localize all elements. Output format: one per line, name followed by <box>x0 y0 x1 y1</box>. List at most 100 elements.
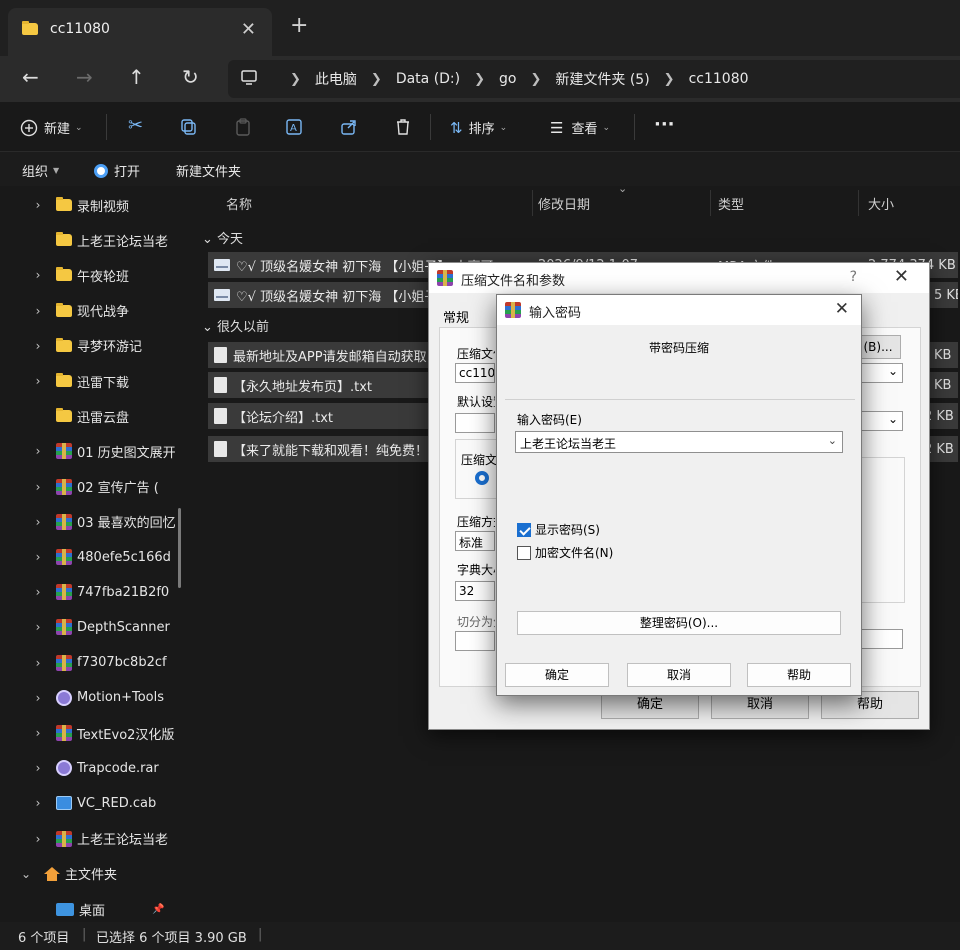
chevron-right-icon[interactable]: › <box>28 268 48 282</box>
rename-icon[interactable]: A <box>286 118 306 136</box>
dictionary-dropdown[interactable]: 32 <box>455 581 495 601</box>
chevron-right-icon[interactable]: › <box>28 444 48 458</box>
column-divider[interactable] <box>858 190 859 216</box>
organize-passwords-button[interactable]: 整理密码(O)... <box>517 611 841 635</box>
chevron-right-icon[interactable]: › <box>28 515 48 529</box>
refresh-button[interactable]: ↻ <box>182 65 199 89</box>
group-label-today: 今天 <box>217 232 244 247</box>
help-icon[interactable]: ? <box>850 269 857 285</box>
chevron-right-icon[interactable]: › <box>28 620 48 634</box>
sidebar-item[interactable]: › VC_RED.cab <box>0 788 190 818</box>
organize-menu[interactable]: 组织 ▼ <box>22 161 59 180</box>
show-password-checkbox[interactable]: 显示密码(S) <box>517 521 600 538</box>
new-button[interactable]: 新建 ⌄ <box>20 118 83 137</box>
forward-button[interactable]: → <box>76 65 93 89</box>
close-icon[interactable]: ✕ <box>894 266 909 287</box>
column-header-date[interactable]: 修改日期 <box>538 194 590 213</box>
password-input[interactable]: 上老王论坛当老王 ⌄ <box>515 431 843 453</box>
cut-icon[interactable]: ✂ <box>128 115 143 136</box>
group-header-today[interactable]: ⌄ 今天 <box>202 228 243 247</box>
format-rar-radio[interactable] <box>475 471 489 485</box>
chevron-right-icon[interactable]: › <box>28 550 48 564</box>
sidebar-item[interactable]: › 480efe5c166d <box>0 542 190 572</box>
chevron-right-icon[interactable]: › <box>28 726 48 740</box>
more-options-button[interactable]: ··· <box>654 114 675 135</box>
chevron-down-icon[interactable]: ⌄ <box>828 434 837 447</box>
breadcrumb-cc11080[interactable]: cc11080 <box>689 71 749 87</box>
column-divider[interactable] <box>532 190 533 216</box>
purple-icon <box>56 689 72 706</box>
archive-name-field[interactable]: cc1108 <box>455 363 495 383</box>
column-divider[interactable] <box>710 190 711 216</box>
sidebar-item[interactable]: › 迅雷下载 <box>0 366 190 396</box>
sidebar-item[interactable]: › 02 宣传广告 ( <box>0 472 190 502</box>
chevron-right-icon[interactable]: › <box>28 374 48 388</box>
sidebar-item[interactable]: › DepthScanner <box>0 612 190 642</box>
sidebar-item[interactable]: › Motion+Tools <box>0 683 190 713</box>
tab-general[interactable]: 常规 <box>443 307 469 326</box>
profiles-field[interactable] <box>455 413 495 433</box>
split-volume-field[interactable] <box>455 631 495 651</box>
sidebar-item[interactable]: › 寻梦环游记 <box>0 331 190 361</box>
chevron-right-icon[interactable]: › <box>28 198 48 212</box>
column-header-name[interactable]: 名称 <box>226 194 252 213</box>
breadcrumb-this-pc[interactable]: 此电脑 <box>315 69 357 89</box>
sidebar-item[interactable]: ›迅雷云盘 <box>0 401 190 431</box>
sidebar-item[interactable]: › 现代战争 <box>0 296 190 326</box>
chevron-right-icon[interactable]: › <box>28 339 48 353</box>
chevron-right-icon[interactable]: › <box>28 304 48 318</box>
share-icon[interactable] <box>340 118 358 136</box>
column-header-size[interactable]: 大小 <box>868 194 894 213</box>
sidebar-item[interactable]: › 01 历史图文展开 <box>0 436 190 466</box>
new-tab-button[interactable]: + <box>290 15 308 37</box>
profiles-dropdown[interactable]: ⌄ <box>859 411 903 431</box>
help-button[interactable]: 帮助 <box>747 663 851 687</box>
up-button[interactable]: ↑ <box>128 65 145 89</box>
ok-button[interactable]: 确定 <box>505 663 609 687</box>
back-button[interactable]: ← <box>22 65 39 89</box>
sidebar-item[interactable]: › 午夜轮班 <box>0 260 190 290</box>
method-dropdown[interactable]: 标准 <box>455 531 495 551</box>
sidebar-item[interactable]: › Trapcode.rar <box>0 753 190 783</box>
chevron-right-icon[interactable]: › <box>28 832 48 846</box>
view-button[interactable]: ☰ 查看 ⌄ <box>550 118 610 138</box>
sidebar-item[interactable]: › 录制视频 <box>0 190 190 220</box>
sidebar-item[interactable]: › 03 最喜欢的回忆 <box>0 507 190 537</box>
sidebar-item-label: VC_RED.cab <box>77 795 157 811</box>
new-folder-button[interactable]: 新建文件夹 <box>176 161 241 180</box>
address-bar[interactable]: ❯ 此电脑 ❯ Data (D:) ❯ go ❯ 新建文件夹 (5) ❯ cc1… <box>228 60 960 98</box>
sidebar-scrollbar[interactable] <box>178 508 181 588</box>
sidebar-item[interactable]: ›上老王论坛当老 <box>0 824 190 854</box>
chevron-down-icon[interactable]: ⌄ <box>16 867 36 881</box>
copy-icon[interactable] <box>180 118 198 136</box>
sidebar-item[interactable]: › f7307bc8b2cf <box>0 648 190 678</box>
delete-icon[interactable] <box>394 118 412 136</box>
chevron-right-icon[interactable]: › <box>28 585 48 599</box>
navigation-pane: ›录制视频 ›上老王论坛当老 ›午夜轮班 ›现代战争 ›寻梦环游记 ›迅雷下载 ›迅雷云盘 ›… <box>0 186 190 922</box>
close-icon[interactable]: ✕ <box>835 299 849 319</box>
sidebar-item[interactable]: ›上老王论坛当老 <box>0 225 190 255</box>
chevron-right-icon[interactable]: › <box>28 761 48 775</box>
group-header-long-ago[interactable]: ⌄ 很久以前 <box>202 316 269 335</box>
open-button[interactable]: 打开 <box>94 161 140 180</box>
column-header-type[interactable]: 类型 <box>718 194 744 213</box>
sort-button[interactable]: ⇅ 排序 ⌄ <box>450 118 507 138</box>
cancel-button[interactable]: 取消 <box>627 663 731 687</box>
encrypt-filenames-checkbox[interactable]: 加密文件名(N) <box>517 544 613 561</box>
breadcrumb-go[interactable]: go <box>499 71 516 87</box>
breadcrumb-data-d[interactable]: Data (D:) <box>396 71 460 87</box>
chevron-right-icon[interactable]: › <box>28 691 48 705</box>
update-mode-dropdown[interactable]: ⌄ <box>859 363 903 383</box>
paste-icon[interactable] <box>234 118 252 136</box>
chevron-right-icon[interactable]: › <box>28 480 48 494</box>
sidebar-item[interactable]: › TextEvo2汉化版 <box>0 718 190 748</box>
sidebar-item[interactable]: › 747fba21B2f0 <box>0 577 190 607</box>
chevron-right-icon[interactable]: › <box>28 796 48 810</box>
sidebar-item[interactable]: ›桌面📌 <box>0 894 190 922</box>
tab-cc11080[interactable]: cc11080 ✕ <box>8 8 272 56</box>
split-unit-field[interactable] <box>859 629 903 649</box>
sidebar-item[interactable]: ⌄ 主文件夹 <box>0 859 190 889</box>
breadcrumb-new-folder-5[interactable]: 新建文件夹 (5) <box>555 69 649 89</box>
close-icon[interactable]: ✕ <box>241 19 256 40</box>
chevron-right-icon[interactable]: › <box>28 656 48 670</box>
